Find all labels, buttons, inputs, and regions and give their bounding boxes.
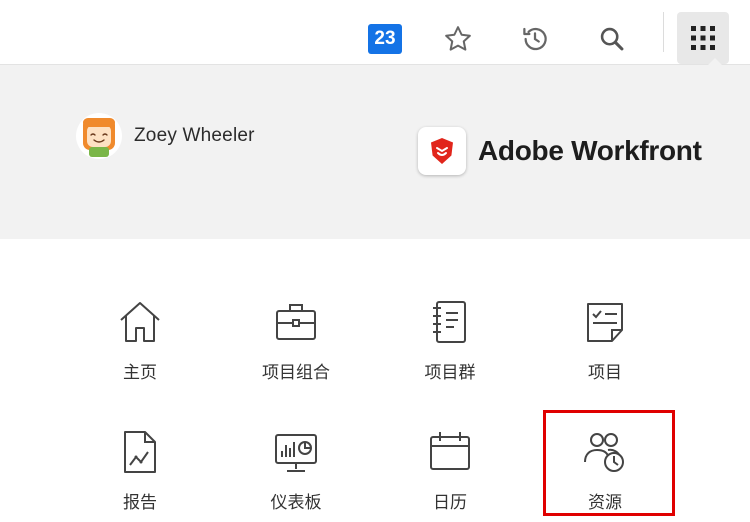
app-label: 项目群 [424,363,476,383]
user-name: Zoey Wheeler [134,125,255,146]
toolbar-divider [663,12,664,52]
home-icon [116,298,164,346]
top-toolbar: 23 [0,0,750,65]
app-calendars[interactable]: 日历 [375,428,525,513]
workfront-logo-icon [418,127,466,175]
star-icon[interactable] [436,17,480,61]
app-label: 日历 [433,493,467,513]
app-projects[interactable]: 项目 [530,298,680,383]
app-label: 项目 [588,363,622,383]
history-icon[interactable] [513,17,557,61]
app-label: 仪表板 [270,493,322,513]
panel-caret [706,58,724,67]
app-dashboards[interactable]: 仪表板 [221,428,371,513]
program-icon [426,298,474,346]
brand: Adobe Workfront [418,127,702,175]
app-launcher-button[interactable] [677,12,729,64]
app-label: 项目组合 [262,363,330,383]
app-home[interactable]: 主页 [65,298,215,383]
app-label: 主页 [123,363,157,383]
app-programs[interactable]: 项目群 [375,298,525,383]
grid-icon [691,26,715,50]
app-portfolios[interactable]: 项目组合 [221,298,371,383]
avatar [76,113,122,159]
portfolio-icon [272,298,320,346]
notification-badge[interactable]: 23 [368,24,402,54]
highlight-box [543,410,675,516]
dashboard-icon [272,428,320,476]
app-reports[interactable]: 报告 [65,428,215,513]
project-icon [581,298,629,346]
user-profile[interactable]: Zoey Wheeler [76,113,255,159]
search-icon[interactable] [590,17,634,61]
app-label: 报告 [123,493,157,513]
brand-name: Adobe Workfront [478,135,702,166]
report-icon [116,428,164,476]
calendar-icon [426,428,474,476]
